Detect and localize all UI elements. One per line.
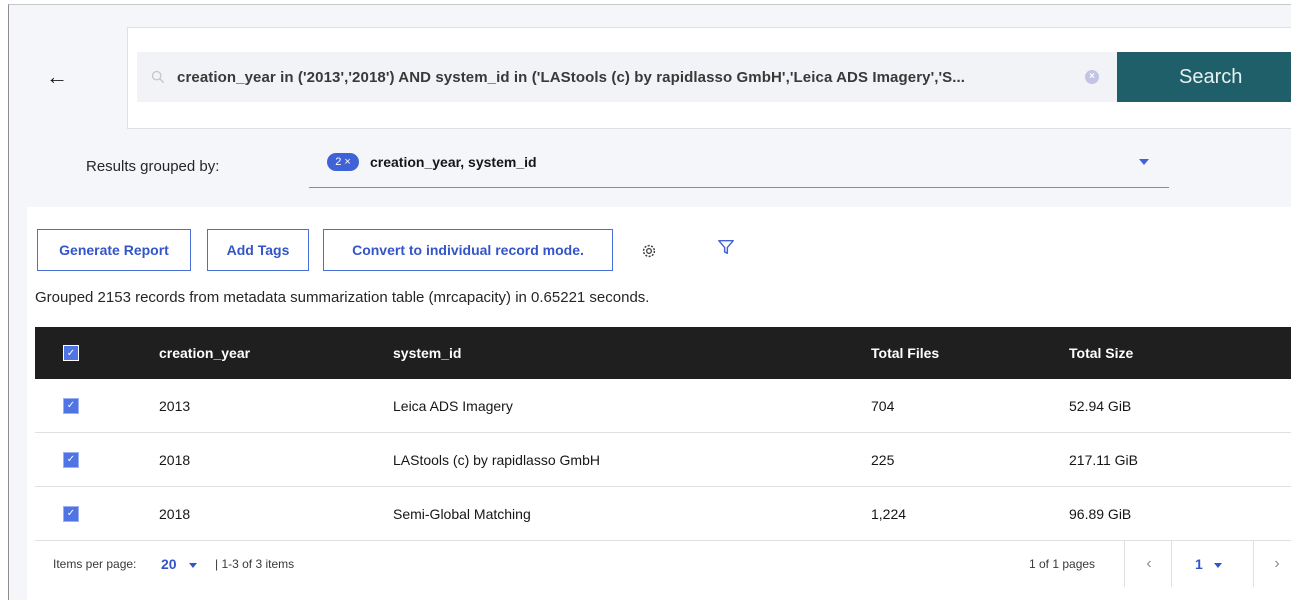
table-header: ✓ creation_year system_id Total Files To… bbox=[35, 327, 1291, 379]
chevron-down-icon bbox=[188, 563, 197, 569]
cell-creation-year: 2018 bbox=[159, 451, 191, 468]
items-per-page-value: 20 bbox=[161, 556, 177, 572]
group-count-chip[interactable]: 2 × bbox=[327, 153, 359, 171]
filter-icon[interactable] bbox=[717, 238, 735, 256]
group-count: 2 bbox=[335, 156, 342, 168]
items-range-text: | 1-3 of 3 items bbox=[215, 557, 295, 571]
convert-mode-button[interactable]: Convert to individual record mode. bbox=[323, 229, 613, 271]
clear-groups-icon[interactable]: × bbox=[344, 156, 350, 168]
app-frame: ← creation_year in ('2013','2018') AND s… bbox=[8, 4, 1291, 600]
current-page-value: 1 bbox=[1195, 556, 1203, 572]
generate-report-button[interactable]: Generate Report bbox=[37, 229, 191, 271]
cell-creation-year: 2018 bbox=[159, 505, 191, 522]
chevron-down-icon[interactable] bbox=[1139, 159, 1149, 165]
row-checkbox[interactable]: ✓ bbox=[63, 451, 79, 468]
cell-total-files: 704 bbox=[871, 397, 895, 414]
row-checkbox[interactable]: ✓ bbox=[63, 505, 79, 522]
cell-total-files: 225 bbox=[871, 451, 895, 468]
search-bar: creation_year in ('2013','2018') AND sys… bbox=[127, 27, 1291, 129]
header-total-size[interactable]: Total Size bbox=[1069, 345, 1133, 361]
select-all-checkbox[interactable]: ✓ bbox=[63, 345, 79, 361]
search-input[interactable]: creation_year in ('2013','2018') AND sys… bbox=[137, 52, 1117, 102]
divider bbox=[1171, 541, 1172, 587]
summary-text: Grouped 2153 records from metadata summa… bbox=[35, 289, 650, 306]
group-by-dropdown[interactable]: 2 × creation_year, system_id bbox=[309, 147, 1169, 188]
cell-total-size: 52.94 GiB bbox=[1069, 397, 1132, 414]
results-panel: Generate Report Add Tags Convert to indi… bbox=[27, 207, 1291, 600]
table-row: ✓ 2013 Leica ADS Imagery 704 52.94 GiB bbox=[35, 379, 1291, 433]
next-page-icon[interactable]: › bbox=[1257, 541, 1291, 587]
header-system-id[interactable]: system_id bbox=[393, 345, 461, 361]
row-checkbox[interactable]: ✓ bbox=[63, 397, 79, 414]
pagination-bar: Items per page: 20 | 1-3 of 3 items 1 of… bbox=[35, 540, 1291, 587]
divider bbox=[1253, 541, 1254, 587]
clear-search-icon[interactable]: × bbox=[1085, 70, 1099, 84]
cell-total-size: 96.89 GiB bbox=[1069, 505, 1132, 522]
search-button[interactable]: Search bbox=[1117, 52, 1291, 102]
items-per-page-label: Items per page: bbox=[53, 557, 137, 571]
back-arrow-icon[interactable]: ← bbox=[37, 57, 77, 97]
table-row: ✓ 2018 LAStools (c) by rapidlasso GmbH 2… bbox=[35, 433, 1291, 487]
group-by-value: creation_year, system_id bbox=[370, 154, 537, 170]
page-count-text: 1 of 1 pages bbox=[1029, 557, 1096, 571]
cell-total-size: 217.11 GiB bbox=[1069, 451, 1139, 468]
search-query-text[interactable]: creation_year in ('2013','2018') AND sys… bbox=[177, 69, 1067, 86]
cell-system-id: Semi-Global Matching bbox=[393, 505, 531, 522]
header-total-files[interactable]: Total Files bbox=[871, 345, 939, 361]
page-select[interactable]: 1 bbox=[1195, 556, 1223, 572]
cell-system-id: Leica ADS Imagery bbox=[393, 397, 513, 414]
search-icon bbox=[151, 70, 165, 84]
items-per-page-select[interactable]: 20 bbox=[161, 556, 197, 572]
divider bbox=[1124, 541, 1125, 587]
add-tags-button[interactable]: Add Tags bbox=[207, 229, 309, 271]
table-row: ✓ 2018 Semi-Global Matching 1,224 96.89 … bbox=[35, 487, 1291, 541]
settings-gear-icon[interactable] bbox=[640, 242, 658, 260]
cell-creation-year: 2013 bbox=[159, 397, 191, 414]
header-creation-year[interactable]: creation_year bbox=[159, 345, 250, 361]
chevron-down-icon bbox=[1214, 563, 1223, 569]
cell-total-files: 1,224 bbox=[871, 505, 907, 522]
cell-system-id: LAStools (c) by rapidlasso GmbH bbox=[393, 451, 600, 468]
grouped-by-label: Results grouped by: bbox=[86, 158, 220, 175]
previous-page-icon[interactable]: ‹ bbox=[1129, 541, 1169, 587]
